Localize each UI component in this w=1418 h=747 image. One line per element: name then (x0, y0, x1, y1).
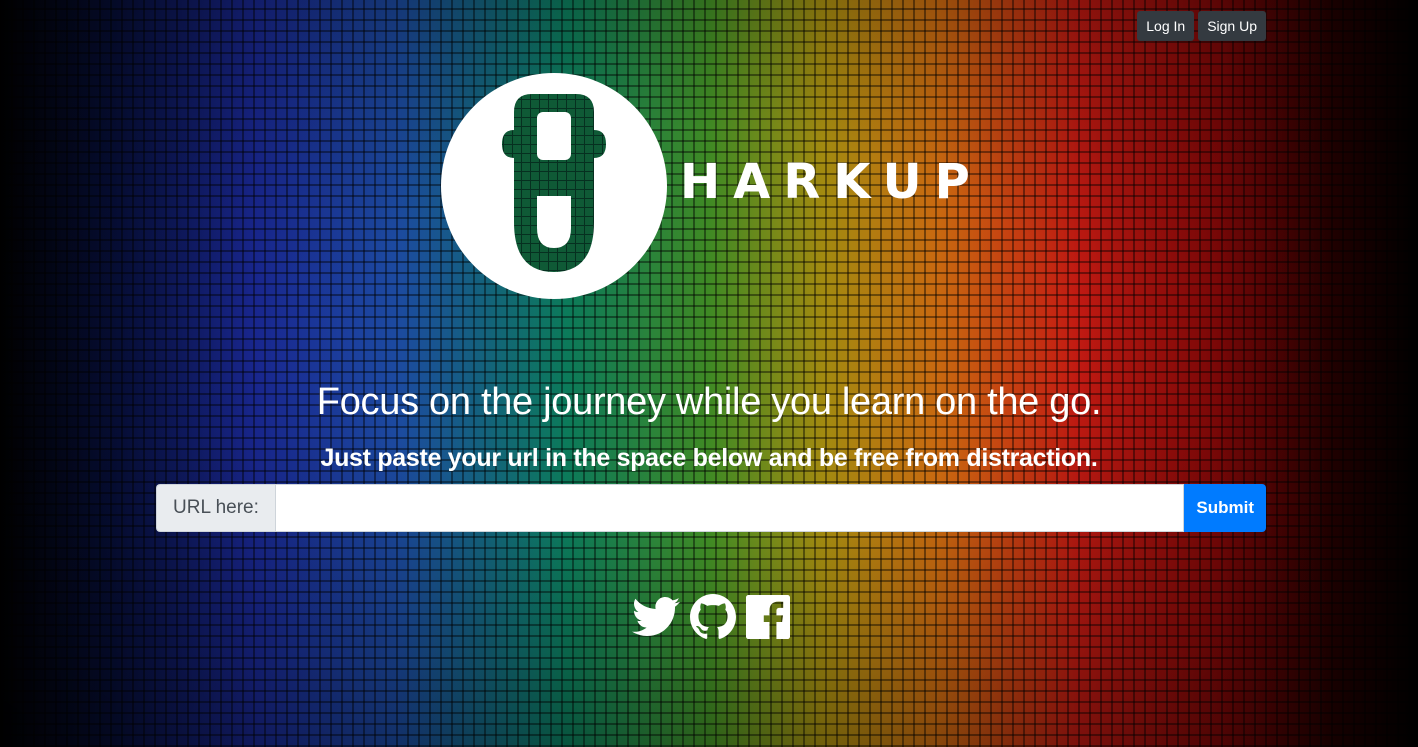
submit-button[interactable]: Submit (1184, 484, 1266, 532)
url-input[interactable] (274, 484, 1185, 532)
social-links (632, 594, 790, 645)
login-button[interactable]: Log In (1137, 11, 1195, 41)
facebook-icon (746, 595, 790, 639)
twitter-link[interactable] (632, 597, 680, 642)
logo-wordmark: HARKUP (680, 154, 983, 210)
hero-headline: Focus on the journey while you learn on … (316, 381, 1102, 423)
twitter-icon (632, 597, 680, 636)
signup-button[interactable]: Sign Up (1198, 11, 1266, 41)
github-icon (690, 594, 736, 639)
github-link[interactable] (690, 594, 736, 645)
hero-subline: Just paste your url in the space below a… (320, 444, 1098, 472)
logo-emblem (441, 73, 667, 299)
top-nav: Log In Sign Up (1137, 11, 1266, 41)
facebook-link[interactable] (746, 595, 790, 644)
url-label: URL here: (156, 484, 275, 532)
url-form: URL here: Submit (156, 484, 1266, 532)
harkup-logo: HARKUP (440, 72, 1000, 302)
